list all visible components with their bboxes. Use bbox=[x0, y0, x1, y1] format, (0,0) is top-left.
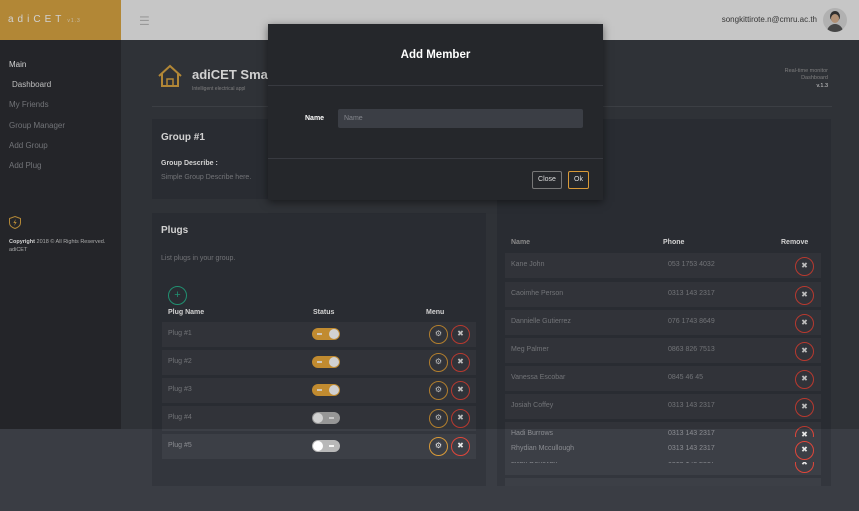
member-phone: 0313 143 2317 bbox=[668, 445, 715, 452]
name-input[interactable] bbox=[338, 109, 583, 128]
close-button[interactable]: Close bbox=[532, 171, 562, 189]
member-phone: 0313 143 2317 bbox=[668, 430, 715, 437]
remove-member-button[interactable]: ✖ bbox=[795, 441, 814, 460]
member-name: Rhydian Mccullough bbox=[511, 445, 575, 452]
ok-button[interactable]: Ok bbox=[568, 171, 589, 189]
table-row: Plug #5 ⚙ ✖ bbox=[162, 434, 476, 459]
modal-divider bbox=[268, 85, 603, 86]
close-icon: ✖ bbox=[801, 445, 808, 454]
modal-divider bbox=[268, 158, 603, 159]
gear-icon: ⚙ bbox=[434, 441, 443, 450]
table-row bbox=[505, 478, 821, 486]
plug-delete-button[interactable]: ✖ bbox=[451, 437, 470, 456]
plug-status-toggle[interactable] bbox=[312, 440, 340, 452]
table-row: Rhydian Mccullough 0313 143 2317 ✖ bbox=[505, 437, 821, 462]
add-member-modal: Add Member Name Close Ok bbox=[268, 24, 603, 200]
name-label: Name bbox=[305, 115, 325, 122]
member-name: Hadi Burrows bbox=[511, 430, 554, 437]
modal-title: Add Member bbox=[400, 49, 471, 61]
plug-name: Plug #5 bbox=[168, 442, 192, 449]
close-icon: ✖ bbox=[457, 441, 464, 450]
plug-settings-button[interactable]: ⚙ bbox=[429, 437, 448, 456]
